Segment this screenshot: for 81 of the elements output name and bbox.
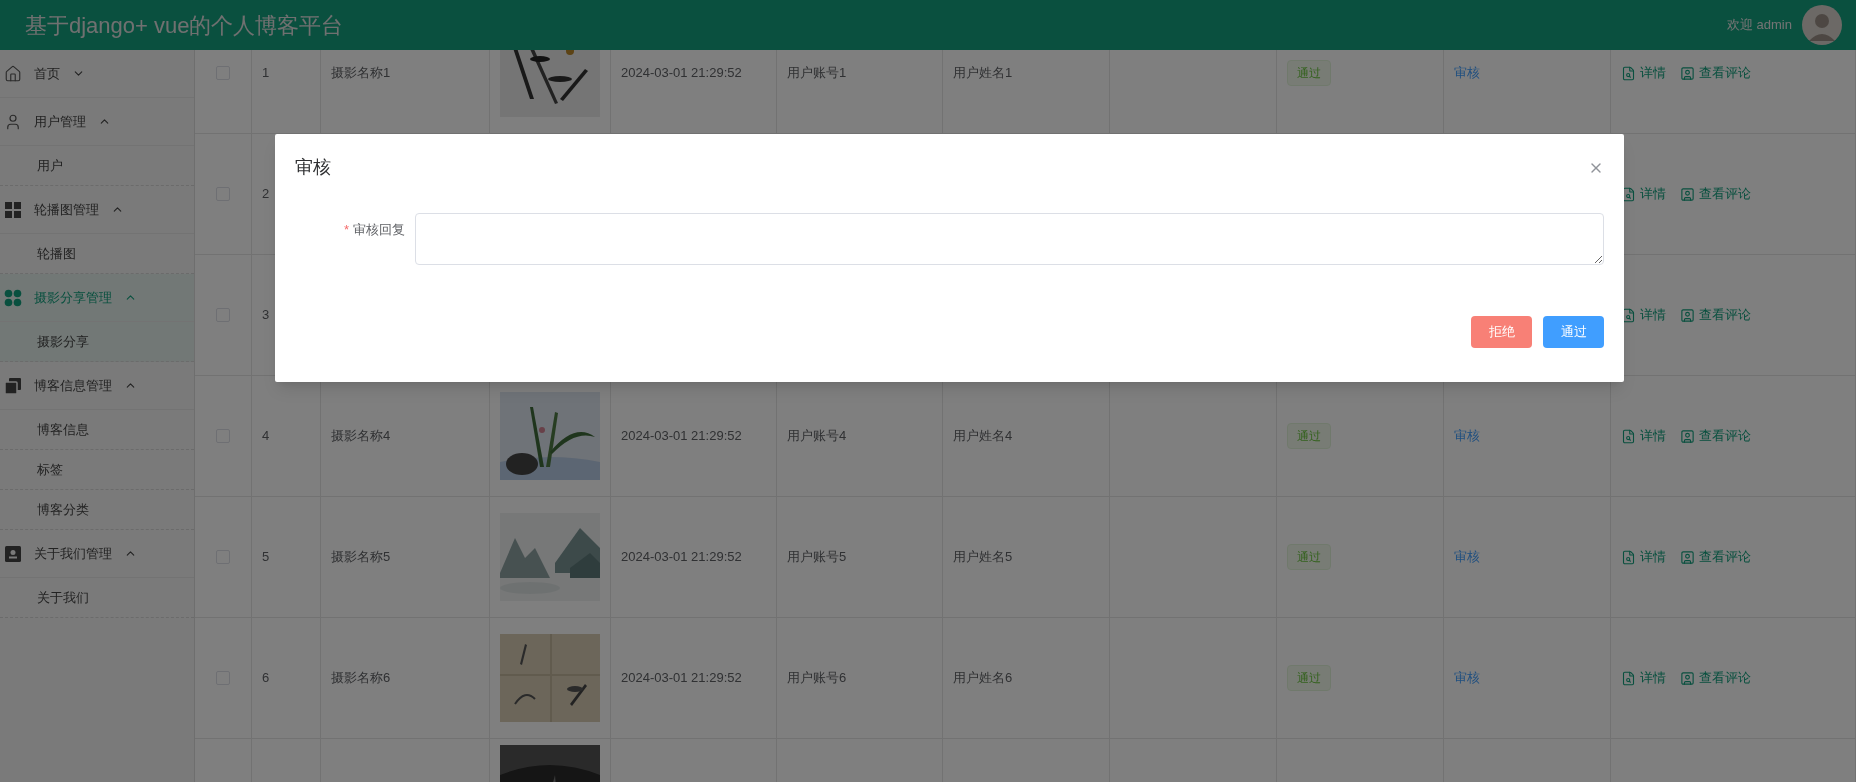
user-square-icon — [1680, 186, 1695, 202]
details-link[interactable]: 详情 — [1621, 63, 1666, 83]
details-link[interactable]: 详情 — [1621, 547, 1666, 567]
row-number: 2 — [262, 185, 270, 204]
file-search-icon — [1621, 428, 1636, 444]
table-cell-text: 用户姓名5 — [953, 548, 1013, 567]
table-cell-text: 摄影名称4 — [331, 427, 391, 446]
row-number: 5 — [262, 548, 270, 567]
table-cell-text: 摄影名称6 — [331, 669, 391, 688]
row-number: 3 — [262, 306, 270, 325]
details-link[interactable]: 详情 — [1621, 305, 1666, 325]
row-number: 4 — [262, 427, 270, 446]
row-number: 1 — [262, 64, 270, 83]
grid-icon — [4, 200, 22, 219]
comments-link[interactable]: 查看评论 — [1680, 668, 1751, 688]
copy-icon — [4, 376, 22, 395]
comments-link[interactable]: 查看评论 — [1680, 547, 1751, 567]
menu-group[interactable]: 摄影分享管理 — [0, 274, 194, 322]
user-square-icon — [1680, 65, 1695, 81]
comments-link[interactable]: 查看评论 — [1680, 184, 1751, 204]
table-cell-text: 用户账号5 — [787, 548, 847, 567]
review-link[interactable]: 审核 — [1454, 426, 1480, 446]
table-cell-text: 用户姓名6 — [953, 669, 1013, 688]
comments-link[interactable]: 查看评论 — [1680, 63, 1751, 83]
details-link[interactable]: 详情 — [1621, 426, 1666, 446]
table-cell-text: 用户姓名4 — [953, 427, 1013, 446]
review-link[interactable]: 审核 — [1454, 63, 1480, 83]
row-number: 6 — [262, 669, 270, 688]
table-cell-text: 用户账号6 — [787, 669, 847, 688]
avatar[interactable] — [1802, 5, 1842, 45]
details-link[interactable]: 详情 — [1621, 668, 1666, 688]
required-mark: * — [343, 222, 349, 237]
menu-item[interactable]: 用户 — [0, 146, 194, 186]
menu-group[interactable]: 博客信息管理 — [0, 362, 194, 410]
menu-item[interactable]: 标签 — [0, 450, 194, 490]
contact-card-icon — [4, 544, 22, 563]
status-tag: 通过 — [1287, 544, 1331, 570]
table-cell-text: 用户姓名1 — [953, 64, 1013, 83]
user-square-icon — [1680, 670, 1695, 686]
file-search-icon — [1621, 307, 1636, 323]
table-cell-text: 摄影名称5 — [331, 548, 391, 567]
status-tag: 通过 — [1287, 665, 1331, 691]
field-label: 审核回复 — [353, 222, 405, 237]
menu-group[interactable]: 轮播图管理 — [0, 186, 194, 234]
menu-group[interactable]: 首页 — [0, 50, 194, 98]
user-square-icon — [1680, 549, 1695, 565]
file-search-icon — [1621, 670, 1636, 686]
file-search-icon — [1621, 65, 1636, 81]
file-search-icon — [1621, 186, 1636, 202]
menu-group[interactable]: 关于我们管理 — [0, 530, 194, 578]
user-icon — [4, 112, 22, 131]
menu-group[interactable]: 用户管理 — [0, 98, 194, 146]
table-cell-text: 2024-03-01 21:29:52 — [621, 427, 742, 446]
menu-item[interactable]: 博客分类 — [0, 490, 194, 530]
welcome-text: 欢迎 admin — [1726, 16, 1792, 35]
menu-item[interactable]: 摄影分享 — [0, 322, 194, 362]
details-link[interactable]: 详情 — [1621, 184, 1666, 204]
table-cell-text: 用户账号4 — [787, 427, 847, 446]
approve-button[interactable]: 通过 — [1543, 316, 1604, 348]
status-tag: 通过 — [1287, 423, 1331, 449]
dots-icon — [4, 288, 22, 307]
reject-button[interactable]: 拒绝 — [1471, 316, 1532, 348]
menu-item[interactable]: 关于我们 — [0, 578, 194, 618]
table-cell-text: 用户账号1 — [787, 64, 847, 83]
table-cell-text: 2024-03-01 21:29:52 — [621, 64, 742, 83]
dialog-title: 审核 — [295, 156, 331, 179]
comments-link[interactable]: 查看评论 — [1680, 305, 1751, 325]
comments-link[interactable]: 查看评论 — [1680, 426, 1751, 446]
file-search-icon — [1621, 549, 1636, 565]
user-square-icon — [1680, 428, 1695, 444]
menu-item[interactable]: 博客信息 — [0, 410, 194, 450]
app-title: 基于django+ vue的个人博客平台 — [25, 11, 344, 40]
table-cell-text: 2024-03-01 21:29:52 — [621, 548, 742, 567]
review-link[interactable]: 审核 — [1454, 668, 1480, 688]
reply-field[interactable] — [415, 213, 1604, 265]
home-icon — [4, 64, 22, 83]
table-cell-text: 摄影名称1 — [331, 64, 391, 83]
status-tag: 通过 — [1287, 60, 1331, 86]
table-cell-text: 2024-03-01 21:29:52 — [621, 669, 742, 688]
review-link[interactable]: 审核 — [1454, 547, 1480, 567]
user-square-icon — [1680, 307, 1695, 323]
